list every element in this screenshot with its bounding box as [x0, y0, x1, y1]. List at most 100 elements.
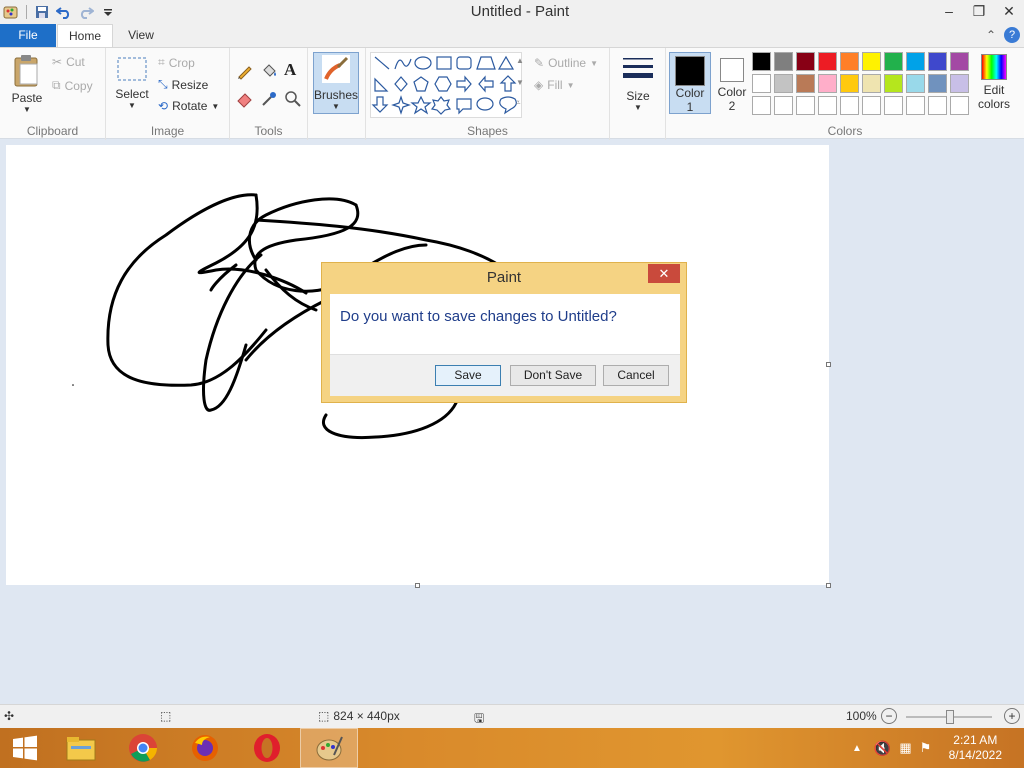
eraser-icon[interactable] [236, 90, 256, 110]
palette-swatch[interactable] [906, 96, 925, 115]
brushes-label: Brushes [314, 88, 359, 102]
palette-swatch[interactable] [950, 96, 969, 115]
crop-button[interactable]: ⌗ Crop [158, 55, 195, 70]
title-bar: Untitled - Paint – ❐ ✕ [0, 0, 1024, 24]
color2-button[interactable]: Color 2 [714, 52, 750, 114]
cut-button[interactable]: ✂ Cut [52, 55, 85, 69]
palette-swatch[interactable] [862, 74, 881, 93]
outline-icon: ✎ [534, 56, 545, 70]
palette-swatch[interactable] [840, 52, 859, 71]
select-dropdown-icon[interactable]: ▼ [114, 101, 150, 110]
network-icon[interactable]: ▦ [899, 740, 911, 756]
cancel-button[interactable]: Cancel [603, 365, 669, 386]
palette-swatch[interactable] [840, 96, 859, 115]
select-button[interactable]: Select ▼ [114, 56, 150, 110]
tab-file[interactable]: File [0, 24, 56, 47]
save-button[interactable]: Save [435, 365, 501, 386]
colors-group-label: Colors [827, 124, 863, 138]
palette-swatch[interactable] [774, 96, 793, 115]
cursor-position-icon: ✣ [4, 709, 15, 723]
paste-dropdown-icon[interactable]: ▼ [8, 105, 46, 114]
minimize-ribbon-icon[interactable]: ⌃ [986, 28, 996, 42]
resize-handle-right[interactable] [826, 362, 831, 367]
copy-button[interactable]: ⧉ Copy [52, 78, 93, 93]
show-hidden-icons-icon[interactable]: ▲ [852, 743, 862, 754]
palette-swatch[interactable] [884, 52, 903, 71]
palette-swatch[interactable] [862, 52, 881, 71]
shapes-expand-icon[interactable]: ⩡ [516, 98, 521, 108]
brushes-group: Brushes ▼ [308, 48, 366, 140]
resize-handle-bottom[interactable] [415, 583, 420, 588]
palette-swatch[interactable] [818, 74, 837, 93]
palette-swatch[interactable] [928, 74, 947, 93]
magnifier-icon[interactable] [284, 90, 304, 110]
palette-swatch[interactable] [796, 74, 815, 93]
palette-swatch[interactable] [752, 96, 771, 115]
color1-button[interactable]: Color 1 [669, 52, 711, 114]
edit-colors-label: Edit [983, 83, 1005, 97]
dialog-close-button[interactable]: ✕ [648, 264, 680, 283]
palette-swatch[interactable] [774, 52, 793, 71]
palette-swatch[interactable] [818, 52, 837, 71]
palette-swatch[interactable] [906, 52, 925, 71]
image-group: Select ▼ ⌗ Crop ⤡ Resize ⟲ Rotate ▼ Imag… [106, 48, 230, 140]
pencil-icon[interactable] [236, 62, 256, 82]
file-explorer-icon[interactable] [52, 728, 110, 768]
firefox-icon[interactable] [176, 728, 234, 768]
brushes-button[interactable]: Brushes ▼ [313, 52, 359, 114]
copy-label: Copy [64, 78, 93, 93]
edit-colors-button[interactable]: Edit colors [976, 54, 1012, 111]
text-tool-icon[interactable]: A [284, 60, 296, 80]
palette-swatch[interactable] [752, 52, 771, 71]
palette-swatch[interactable] [862, 96, 881, 115]
zoom-out-button[interactable]: − [881, 708, 897, 724]
palette-swatch[interactable] [906, 74, 925, 93]
color2-label: Color [717, 85, 747, 99]
color-picker-icon[interactable] [260, 90, 280, 110]
fill-button[interactable]: ◈ Fill ▼ [534, 78, 574, 92]
palette-swatch[interactable] [840, 74, 859, 93]
start-button[interactable] [0, 728, 50, 768]
shapes-gallery [370, 52, 522, 118]
minimize-button[interactable]: – [934, 0, 964, 22]
save-changes-dialog: Paint ✕ Do you want to save changes to U… [321, 262, 687, 403]
taskbar-clock[interactable]: 2:21 AM 8/14/2022 [949, 733, 1002, 763]
tab-view[interactable]: View [116, 24, 166, 47]
maximize-button[interactable]: ❐ [964, 0, 994, 22]
status-bar: ✣ ⬚ ⬚ 824 × 440px 🖫 100% − + [0, 704, 1024, 728]
palette-swatch[interactable] [884, 74, 903, 93]
tab-home[interactable]: Home [57, 24, 113, 47]
resize-button[interactable]: ⤡ Resize [158, 77, 208, 92]
paint-icon[interactable] [300, 728, 358, 768]
zoom-slider-thumb[interactable] [946, 710, 954, 724]
palette-swatch[interactable] [752, 74, 771, 93]
palette-swatch[interactable] [774, 74, 793, 93]
palette-swatch[interactable] [818, 96, 837, 115]
shapes-scroll-up-icon[interactable]: ▲ [516, 56, 524, 65]
palette-swatch[interactable] [796, 52, 815, 71]
outline-label: Outline [548, 56, 587, 70]
chrome-icon[interactable] [114, 728, 172, 768]
help-icon[interactable]: ? [1004, 27, 1020, 43]
size-button[interactable]: Size ▼ [618, 54, 658, 112]
resize-handle-corner[interactable] [826, 583, 831, 588]
palette-swatch[interactable] [928, 96, 947, 115]
shapes-scroll-down-icon[interactable]: ▼ [516, 78, 524, 87]
rotate-button[interactable]: ⟲ Rotate ▼ [158, 99, 219, 113]
zoom-in-button[interactable]: + [1004, 708, 1020, 724]
dont-save-button[interactable]: Don't Save [510, 365, 596, 386]
outline-button[interactable]: ✎ Outline ▼ [534, 56, 598, 70]
palette-swatch[interactable] [928, 52, 947, 71]
palette-swatch[interactable] [884, 96, 903, 115]
taskbar: ▲ 🔇 ▦ ⚑ 2:21 AM 8/14/2022 [0, 728, 1024, 768]
palette-swatch[interactable] [796, 96, 815, 115]
palette-swatch[interactable] [950, 74, 969, 93]
palette-swatch[interactable] [950, 52, 969, 71]
volume-muted-icon[interactable]: 🔇 [874, 740, 891, 757]
close-button[interactable]: ✕ [994, 0, 1024, 22]
fill-bucket-icon[interactable] [260, 62, 280, 82]
paste-button[interactable]: Paste ▼ [8, 54, 46, 114]
action-center-icon[interactable]: ⚑ [920, 740, 932, 756]
opera-icon[interactable] [238, 728, 296, 768]
shapes-gallery-icons[interactable] [371, 53, 521, 117]
